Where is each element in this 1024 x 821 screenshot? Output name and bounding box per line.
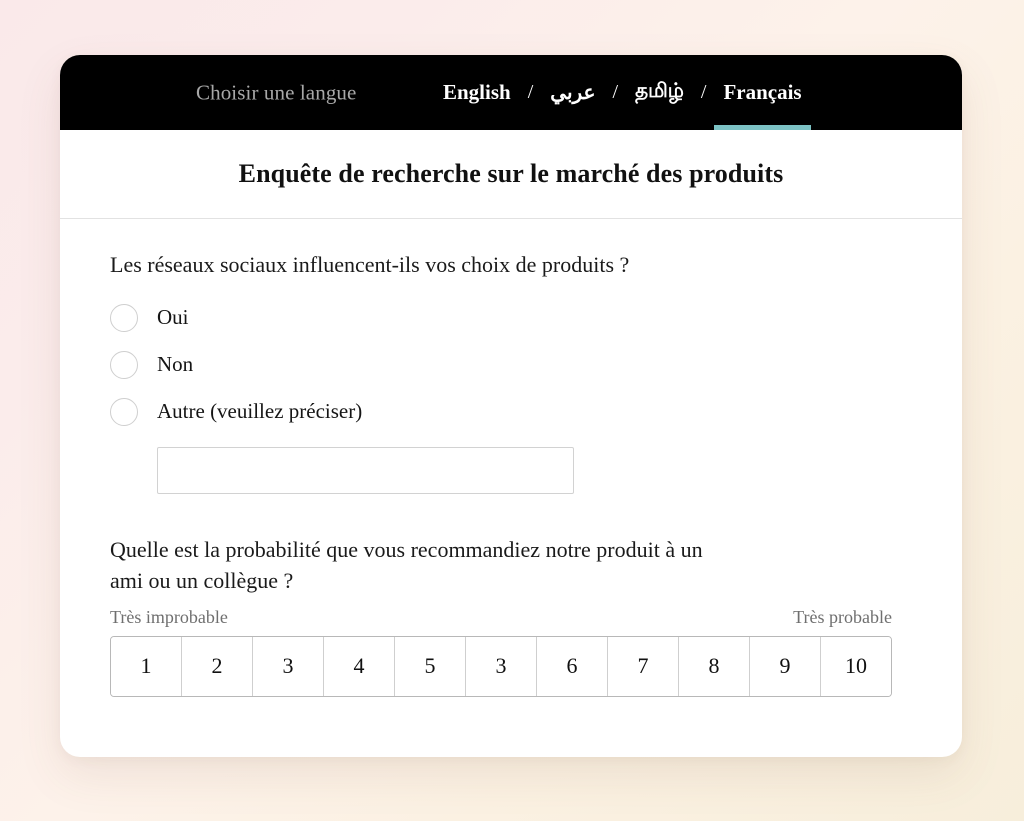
option-non[interactable]: Non	[110, 341, 912, 388]
scale-cell-4[interactable]: 5	[395, 636, 466, 696]
other-specify-input[interactable]	[157, 447, 574, 495]
language-list: English / عربي / தமிழ் / Français	[433, 55, 812, 130]
question-2-line-2: ami ou un collègue ?	[110, 568, 294, 594]
language-option-french[interactable]: Français	[713, 55, 811, 130]
language-bar: Choisir une langue English / عربي / தமிழ…	[60, 55, 962, 130]
scale-endpoint-labels: Très improbable Très probable	[110, 607, 892, 628]
scale-cell-7[interactable]: 7	[608, 636, 679, 696]
radio-icon-oui[interactable]	[110, 303, 138, 332]
language-option-english[interactable]: English	[433, 55, 521, 130]
option-label-autre: Autre (veuillez préciser)	[157, 399, 363, 424]
option-autre[interactable]: Autre (veuillez préciser)	[110, 388, 912, 435]
scale-cell-2[interactable]: 3	[253, 636, 324, 696]
scale-cell-10[interactable]: 10	[821, 636, 891, 696]
question-1-text: Les réseaux sociaux influencent-ils vos …	[110, 252, 630, 277]
scale-cell-0[interactable]: 1	[111, 636, 182, 696]
language-separator: /	[527, 81, 534, 103]
title-section: Enquête de recherche sur le marché des p…	[60, 130, 962, 219]
radio-icon-non[interactable]	[110, 350, 138, 379]
language-separator: /	[700, 81, 707, 103]
survey-card: Choisir une langue English / عربي / தமிழ…	[60, 55, 962, 757]
rating-scale[interactable]: 1 2 3 4 5 3 6 7 8 9 10	[110, 635, 892, 697]
radio-icon-autre[interactable]	[110, 397, 138, 426]
scale-cell-1[interactable]: 2	[182, 636, 253, 696]
option-oui[interactable]: Oui	[110, 294, 912, 341]
question-2-text: Quelle est la probabilité que vous recom…	[110, 534, 800, 596]
page-title: Enquête de recherche sur le marché des p…	[238, 159, 784, 188]
scale-cell-5[interactable]: 3	[466, 636, 537, 696]
scale-cell-8[interactable]: 8	[679, 636, 750, 696]
language-option-tamil[interactable]: தமிழ்	[625, 55, 694, 130]
other-input-container	[110, 435, 912, 495]
scale-cell-9[interactable]: 9	[750, 636, 821, 696]
scale-label-left: Très improbable	[110, 606, 228, 627]
language-prompt-label: Choisir une langue	[196, 80, 357, 104]
option-label-oui: Oui	[157, 305, 189, 330]
option-label-non: Non	[157, 352, 194, 377]
page-root: Choisir une langue English / عربي / தமிழ…	[0, 0, 1024, 821]
scale-cell-3[interactable]: 4	[324, 636, 395, 696]
question-1-options: Oui Non Autre (veuillez préciser)	[110, 294, 912, 435]
question-2-block: Quelle est la probabilité que vous recom…	[110, 534, 912, 697]
scale-label-right: Très probable	[793, 606, 892, 627]
scale-cell-6[interactable]: 6	[537, 636, 608, 696]
language-option-arabic[interactable]: عربي	[540, 55, 605, 130]
survey-body: Les réseaux sociaux influencent-ils vos …	[60, 219, 962, 697]
language-separator: /	[612, 81, 619, 103]
question-2-line-1: Quelle est la probabilité que vous recom…	[110, 537, 703, 563]
